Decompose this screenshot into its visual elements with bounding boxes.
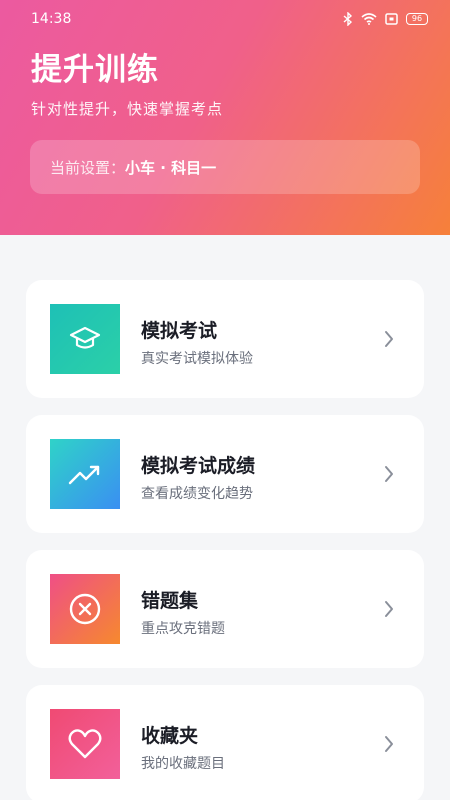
chevron-right-icon: [385, 466, 393, 482]
card-subtitle: 重点攻克错题: [141, 621, 225, 637]
chevron-right-icon: [385, 736, 393, 752]
mock-exam-icon-box: [50, 304, 120, 374]
card-title: 错题集: [141, 590, 199, 612]
bluetooth-icon: [343, 12, 353, 26]
card-title: 模拟考试: [141, 320, 218, 342]
exam-scores-icon-box: [50, 439, 120, 509]
settings-value: 小车 · 科目一: [125, 158, 217, 177]
card-subtitle: 查看成绩变化趋势: [141, 486, 253, 502]
status-time: 14:38: [31, 11, 72, 27]
exam-scores-card[interactable]: 模拟考试成绩 查看成绩变化趋势: [26, 415, 424, 533]
chevron-right-icon: [385, 331, 393, 347]
wifi-icon: [361, 13, 377, 25]
status-bar: 14:38 96: [0, 0, 450, 38]
heart-icon: [68, 729, 102, 759]
card-title: 收藏夹: [141, 725, 199, 747]
page-subtitle: 针对性提升，快速掌握考点: [31, 100, 224, 118]
status-icons: 96: [343, 12, 428, 26]
battery-level: 96: [411, 14, 423, 23]
page-title: 提升训练: [31, 52, 159, 88]
graduation-cap-icon: [69, 326, 101, 349]
battery-icon: 96: [406, 13, 428, 25]
card-subtitle: 真实考试模拟体验: [141, 351, 253, 367]
favorites-icon-box: [50, 709, 120, 779]
cast-icon: [385, 13, 398, 25]
header: 14:38 96 提升训练 针对性提升，快速掌握考点 当前设置： 小车 · 科目…: [0, 0, 450, 235]
card-title: 模拟考试成绩: [141, 455, 256, 477]
current-settings[interactable]: 当前设置： 小车 · 科目一: [30, 140, 420, 194]
wrong-questions-icon-box: [50, 574, 120, 644]
favorites-card[interactable]: 收藏夹 我的收藏题目: [26, 685, 424, 800]
chevron-right-icon: [385, 601, 393, 617]
wrong-questions-card[interactable]: 错题集 重点攻克错题: [26, 550, 424, 668]
card-subtitle: 我的收藏题目: [141, 756, 225, 772]
trend-up-icon: [68, 465, 100, 485]
close-circle-icon: [69, 593, 101, 625]
mock-exam-card[interactable]: 模拟考试 真实考试模拟体验: [26, 280, 424, 398]
settings-label: 当前设置：: [50, 158, 126, 177]
